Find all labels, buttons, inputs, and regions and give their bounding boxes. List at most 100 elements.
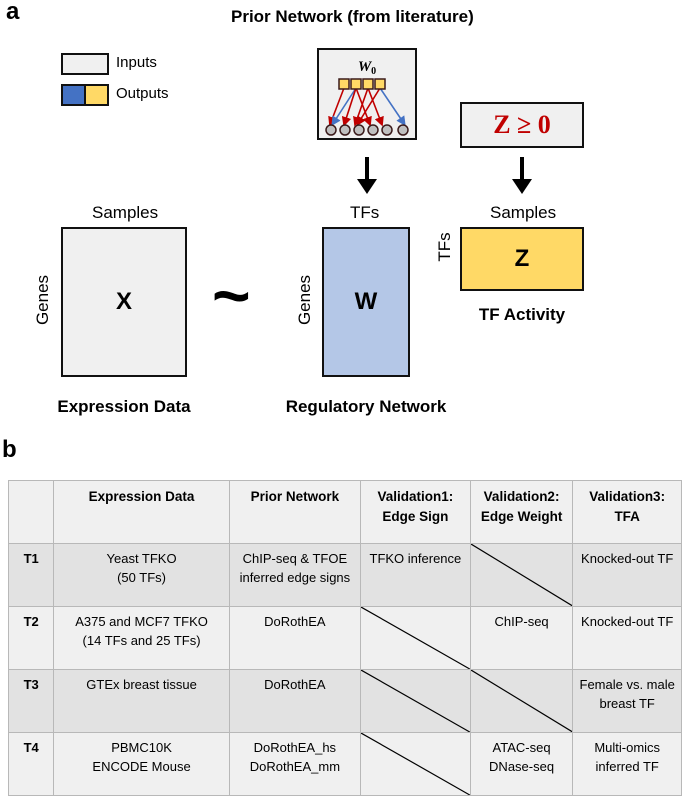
cell-text: PBMC10K [111, 740, 172, 755]
cell-text: Female vs. male [579, 677, 675, 692]
datasets-table: Expression Data Prior Network Validation1:… [7, 480, 682, 796]
row-id: T3 [7, 669, 55, 733]
gene-node [339, 124, 351, 136]
validation1-cell: TFKO inference [360, 543, 471, 607]
table-header-cell: Prior Network [228, 480, 362, 544]
cell-text: DoRothEA_mm [249, 758, 341, 774]
table-header-cell [7, 480, 55, 544]
header-text: Validation2: [483, 489, 560, 504]
table-header-cell: Validation1: Edge Sign [360, 480, 471, 544]
not-applicable-slash [361, 670, 470, 732]
table-row: T1 Yeast TFKO (50 TFs) ChIP-seq & TFOE infer… [7, 543, 682, 607]
expression-data-cell: A375 and MCF7 TFKO (14 TFs and 25 TFs) [53, 606, 230, 670]
not-applicable-slash [471, 670, 573, 732]
validation2-cell: ATAC-seq DNase-seq [469, 732, 574, 796]
cell-text: ATAC-seq [492, 740, 551, 755]
validation1-cell [360, 732, 471, 796]
validation2-cell [469, 669, 574, 733]
legend-inputs-swatch [61, 53, 109, 75]
w0-label: W0 [358, 59, 376, 77]
expression-data-cell: GTEx breast tissue [53, 669, 230, 733]
legend-outputs-label: Outputs [116, 85, 169, 102]
table-header-cell: Validation3: TFA [572, 480, 682, 544]
table-row: T4 PBMC10K ENCODE Mouse DoRothEA_hs DoRothEA… [7, 732, 682, 796]
constraint-label: Z ≥ 0 [493, 110, 551, 139]
tf-activity-matrix: Z [460, 227, 584, 291]
prior-network-cell: ChIP-seq & TFOE inferred edge signs [228, 543, 362, 607]
header-text: TFA [614, 508, 640, 524]
prior-network-cell: DoRothEA_hs DoRothEA_mm [228, 732, 362, 796]
prior-network-graph: W0 [325, 59, 409, 136]
cell-text: DNase-seq [489, 758, 555, 774]
header-text: Validation1: [377, 489, 454, 504]
gene-node [353, 124, 365, 136]
table-row: T2 A375 and MCF7 TFKO (14 TFs and 25 TFs) D… [7, 606, 682, 670]
header-text: Edge Weight [480, 508, 563, 524]
cell-text: Knocked-out TF [581, 614, 674, 629]
arrow-down-icon [357, 157, 377, 194]
expression-data-cell: Yeast TFKO (50 TFs) [53, 543, 230, 607]
legend-outputs-swatch [61, 84, 109, 106]
table-header-cell: Expression Data [53, 480, 230, 544]
panel-b-label: b [2, 436, 17, 463]
gene-node [325, 124, 337, 136]
x-top-axis: Samples [92, 203, 159, 222]
x-side-axis: Genes [33, 274, 52, 326]
gene-node [381, 124, 393, 136]
cell-text: Knocked-out TF [581, 551, 674, 566]
arrow-down-icon [512, 157, 532, 194]
legend-inputs-label: Inputs [116, 54, 157, 71]
header-text: Prior Network [250, 489, 340, 504]
prior-network-cell: DoRothEA [228, 606, 362, 670]
panel-a-label: a [6, 0, 20, 25]
cell-text: ChIP-seq [494, 614, 549, 629]
row-id: T1 [7, 543, 55, 607]
gene-node [397, 124, 409, 136]
expression-matrix: X [61, 227, 187, 377]
expression-matrix-label: X [115, 288, 132, 315]
validation2-cell [469, 543, 574, 607]
constraint-box: Z ≥ 0 [460, 102, 584, 148]
validation3-cell: Knocked-out TF [572, 606, 682, 670]
row-id: T4 [7, 732, 55, 796]
validation1-cell [360, 669, 471, 733]
cell-text: inferred TF [595, 758, 659, 774]
prior-network-title: Prior Network (from literature) [231, 7, 474, 26]
table-header-cell: Validation2: Edge Weight [469, 480, 574, 544]
z-top-axis: Samples [490, 203, 557, 222]
cell-text: Multi-omics [594, 740, 661, 755]
cell-text: A375 and MCF7 TFKO [75, 614, 208, 629]
cell-text: DoRothEA [264, 614, 326, 629]
not-applicable-slash [361, 607, 470, 669]
expression-data-cell: PBMC10K ENCODE Mouse [53, 732, 230, 796]
cell-text: (50 TFs) [117, 569, 166, 585]
cell-text: inferred edge signs [239, 569, 351, 585]
regulatory-network-caption: Regulatory Network [285, 397, 447, 416]
regulatory-network-matrix: W [322, 227, 410, 377]
approx-symbol: ~ [212, 258, 251, 332]
w-side-axis: Genes [295, 274, 314, 326]
header-text: Validation3: [589, 489, 666, 504]
cell-text: (14 TFs and 25 TFs) [82, 632, 201, 648]
not-applicable-slash [471, 544, 573, 606]
header-text: Edge Sign [382, 508, 449, 524]
row-id: T2 [7, 606, 55, 670]
edge [341, 87, 357, 127]
validation3-cell: Multi-omics inferred TF [572, 732, 682, 796]
cell-text: breast TF [599, 695, 655, 711]
tf-activity-caption: TF Activity [478, 305, 566, 324]
not-applicable-slash [361, 733, 470, 795]
tf-activity-matrix-label: Z [514, 245, 530, 272]
tf-node [374, 78, 386, 90]
cell-text: ChIP-seq & TFOE [242, 551, 348, 566]
header-text: Expression Data [88, 489, 195, 504]
table-row: T3 GTEx breast tissue DoRothEA Female vs. m… [7, 669, 682, 733]
cell-text: DoRothEA [264, 677, 326, 692]
cell-text: ENCODE Mouse [92, 758, 191, 774]
validation2-cell: ChIP-seq [469, 606, 574, 670]
w-top-axis: TFs [350, 203, 380, 222]
validation3-cell: Female vs. male breast TF [572, 669, 682, 733]
table-header-row: Expression Data Prior Network Validation1:… [7, 480, 682, 544]
tf-node [362, 78, 374, 90]
cell-text: GTEx breast tissue [86, 677, 197, 692]
